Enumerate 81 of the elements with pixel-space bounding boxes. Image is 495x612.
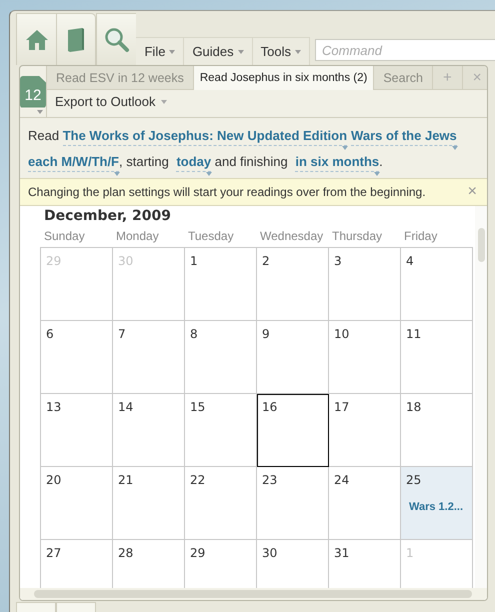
day-number: 6 (46, 327, 54, 341)
vertical-scrollbar[interactable] (475, 206, 487, 588)
horizontal-scrollbar[interactable] (20, 588, 487, 600)
command-field[interactable]: Command (315, 39, 495, 61)
window-tab[interactable] (16, 602, 56, 612)
day-cell[interactable]: 7 (113, 321, 185, 394)
day-cell[interactable]: 3 (329, 248, 401, 321)
day-number: 11 (406, 327, 422, 341)
weekday-label: Wednesday (259, 229, 324, 243)
weekday-label: Friday (403, 229, 438, 243)
menu-button[interactable]: Tools (252, 37, 310, 65)
day-number: 1 (190, 254, 198, 268)
day-cell[interactable]: 1 (185, 248, 257, 321)
caret-icon (295, 50, 301, 54)
book-icon (67, 26, 86, 52)
day-cell[interactable]: 13 (41, 394, 113, 467)
window-tab[interactable] (56, 602, 96, 612)
day-cell[interactable]: 15 (185, 394, 257, 467)
day-number: 17 (334, 400, 350, 414)
day-number: 23 (262, 473, 278, 487)
day-number: 28 (118, 546, 134, 560)
day-number: 10 (334, 327, 350, 341)
day-number: 14 (118, 400, 134, 414)
day-number: 8 (190, 327, 198, 341)
month-title: December, 2009 (44, 208, 172, 225)
day-number: 3 (334, 254, 342, 268)
day-number: 7 (118, 327, 126, 341)
day-number: 18 (406, 400, 422, 414)
day-cell[interactable]: 9 (257, 321, 329, 394)
reading-link[interactable]: Wars 1.2... (409, 501, 464, 513)
weekday-label: Tuesday (187, 229, 235, 243)
day-cell[interactable]: 20 (41, 467, 113, 540)
plan-sentence: Read The Works of Josephus: New Updated Edition Wars of the Jews each M/W/Th/F, starting today and finishing in six months. (28, 123, 479, 175)
day-number: 31 (334, 546, 350, 560)
day-number: 16 (262, 400, 278, 414)
caret-icon (238, 50, 244, 54)
day-number: 29 (46, 254, 62, 268)
day-cell[interactable]: 2 (257, 248, 329, 321)
menu-button[interactable]: File (136, 37, 184, 65)
day-number: 13 (46, 400, 62, 414)
day-cell[interactable]: 11 (401, 321, 473, 394)
day-cell[interactable]: 16 (257, 394, 329, 467)
search-icon (104, 26, 130, 52)
weekday-label: Thursday (331, 229, 384, 243)
day-number: 30 (118, 254, 134, 268)
day-cell[interactable]: 22 (185, 467, 257, 540)
day-cell[interactable]: 23 (257, 467, 329, 540)
book-button[interactable] (56, 13, 96, 65)
home-icon (24, 28, 49, 52)
day-number: 25 (406, 473, 422, 487)
search-button[interactable] (96, 13, 136, 65)
day-number: 27 (46, 546, 62, 560)
menu-button[interactable]: Guides (184, 37, 253, 65)
day-cell[interactable]: 10 (329, 321, 401, 394)
day-number: 30 (262, 546, 278, 560)
day-cell[interactable]: 25 Wars 1.2... (401, 467, 473, 540)
day-cell[interactable]: 4 (401, 248, 473, 321)
day-number: 2 (262, 254, 270, 268)
day-number: 21 (118, 473, 134, 487)
day-cell[interactable]: 21 (113, 467, 185, 540)
day-number: 22 (190, 473, 206, 487)
day-number: 4 (406, 254, 414, 268)
day-number: 1 (406, 546, 414, 560)
day-number: 29 (190, 546, 206, 560)
home-button[interactable] (16, 13, 56, 65)
weekday-label: Sunday (43, 229, 86, 243)
day-cell[interactable]: 6 (41, 321, 113, 394)
notice-text: Changing the plan settings will start your readings over from the beginning. (28, 185, 427, 199)
caret-icon (169, 50, 176, 54)
export-button[interactable]: Export to Outlook (53, 94, 170, 109)
caret-icon (161, 100, 168, 104)
weekday-label: Monday (115, 229, 160, 243)
tab[interactable]: Read Josephus in six months (2) (194, 66, 374, 90)
day-cell[interactable]: 8 (185, 321, 257, 394)
day-number: 24 (334, 473, 350, 487)
day-number: 9 (262, 327, 270, 341)
day-cell[interactable]: 14 (113, 394, 185, 467)
day-number: 20 (46, 473, 62, 487)
day-cell[interactable]: 17 (329, 394, 401, 467)
caret-icon (37, 110, 43, 114)
day-number: 15 (190, 400, 206, 414)
